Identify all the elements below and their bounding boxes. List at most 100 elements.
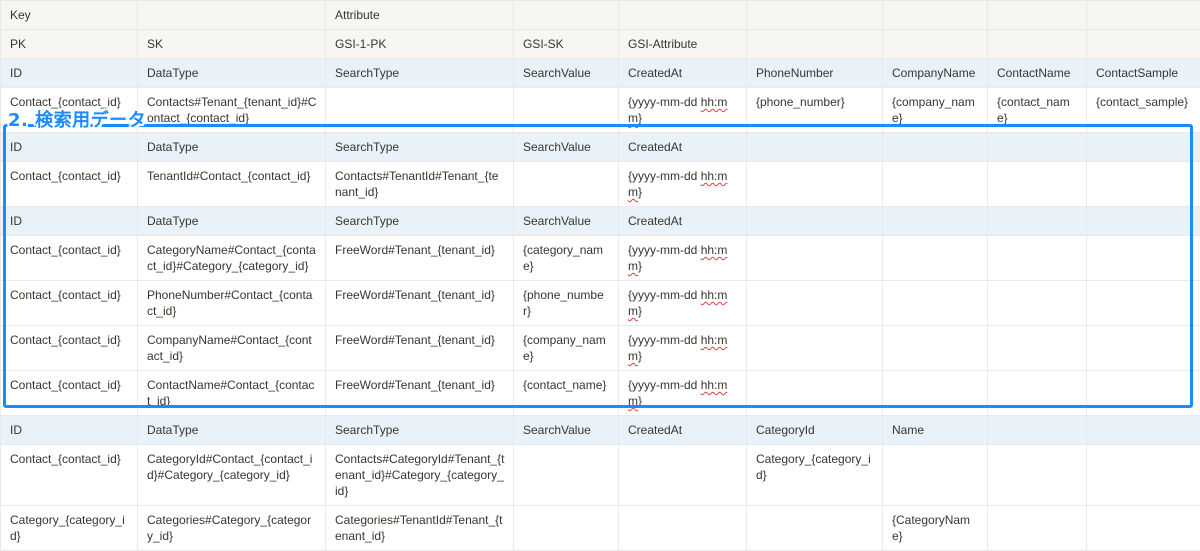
table-cell-col6[interactable]: PhoneNumber: [747, 59, 883, 88]
table-cell-gsi1pk[interactable]: SearchType: [326, 133, 514, 162]
table-cell-col9[interactable]: ContactSample: [1087, 59, 1200, 88]
table-cell-gsisk[interactable]: {phone_number}: [514, 281, 619, 326]
table-cell-col7[interactable]: [883, 326, 988, 371]
table-cell-gsi1pk[interactable]: SearchType: [326, 207, 514, 236]
table-cell-gsi1pk[interactable]: FreeWord#Tenant_{tenant_id}: [326, 281, 514, 326]
table-cell-col6[interactable]: [747, 371, 883, 416]
table-cell-gsiattr[interactable]: {yyyy-mm-dd hh:mm}: [619, 371, 747, 416]
table-cell-col9[interactable]: [1087, 371, 1200, 416]
table-cell-gsiattr[interactable]: {yyyy-mm-dd hh:mm}: [619, 236, 747, 281]
table-cell-sk[interactable]: DataType: [138, 416, 326, 445]
table-cell-col6[interactable]: [747, 281, 883, 326]
table-cell-col6[interactable]: CategoryId: [747, 416, 883, 445]
table-cell-col8[interactable]: [988, 236, 1087, 281]
table-cell-col7[interactable]: [883, 236, 988, 281]
table-cell-col7[interactable]: CompanyName: [883, 59, 988, 88]
table-cell-gsisk[interactable]: [514, 162, 619, 207]
table-cell-col7[interactable]: [883, 445, 988, 506]
table-cell-col8[interactable]: {contact_name}: [988, 88, 1087, 133]
table-cell-col6[interactable]: [747, 162, 883, 207]
table-cell-gsisk[interactable]: SearchValue: [514, 133, 619, 162]
table-cell-gsiattr[interactable]: {yyyy-mm-dd hh:mm}: [619, 281, 747, 326]
table-cell-col9[interactable]: [1087, 133, 1200, 162]
table-cell-gsi1pk[interactable]: Contacts#TenantId#Tenant_{tenant_id}: [326, 162, 514, 207]
table-cell-col7[interactable]: [883, 1, 988, 30]
table-cell-sk[interactable]: ContactName#Contact_{contact_id}: [138, 371, 326, 416]
table-cell-col6[interactable]: [747, 207, 883, 236]
table-cell-gsiattr[interactable]: {yyyy-mm-dd hh:mm}: [619, 326, 747, 371]
table-cell-gsi1pk[interactable]: SearchType: [326, 416, 514, 445]
table-cell-sk[interactable]: CompanyName#Contact_{contact_id}: [138, 326, 326, 371]
table-cell-col6[interactable]: [747, 236, 883, 281]
table-cell-col7[interactable]: [883, 281, 988, 326]
table-cell-gsisk[interactable]: {company_name}: [514, 326, 619, 371]
table-cell-gsiattr[interactable]: [619, 445, 747, 506]
table-cell-pk[interactable]: ID: [1, 133, 138, 162]
table-cell-gsiattr[interactable]: {yyyy-mm-dd hh:mm}: [619, 88, 747, 133]
table-cell-sk[interactable]: DataType: [138, 207, 326, 236]
table-cell-gsisk[interactable]: [514, 1, 619, 30]
table-cell-sk[interactable]: DataType: [138, 59, 326, 88]
table-cell-pk[interactable]: ID: [1, 59, 138, 88]
table-cell-col8[interactable]: [988, 133, 1087, 162]
table-cell-col8[interactable]: [988, 1, 1087, 30]
table-cell-pk[interactable]: PK: [1, 30, 138, 59]
table-cell-gsiattr[interactable]: {yyyy-mm-dd hh:mm}: [619, 162, 747, 207]
table-cell-col9[interactable]: [1087, 236, 1200, 281]
table-cell-pk[interactable]: Contact_{contact_id}: [1, 236, 138, 281]
table-cell-col6[interactable]: {phone_number}: [747, 88, 883, 133]
table-cell-col9[interactable]: {contact_sample}: [1087, 88, 1200, 133]
table-cell-col9[interactable]: [1087, 162, 1200, 207]
table-cell-pk[interactable]: Contact_{contact_id}: [1, 281, 138, 326]
table-cell-gsisk[interactable]: {contact_name}: [514, 371, 619, 416]
table-cell-col8[interactable]: ContactName: [988, 59, 1087, 88]
table-cell-col7[interactable]: [883, 207, 988, 236]
table-cell-gsiattr[interactable]: [619, 1, 747, 30]
table-cell-gsiattr[interactable]: CreatedAt: [619, 207, 747, 236]
table-cell-sk[interactable]: CategoryName#Contact_{contact_id}#Catego…: [138, 236, 326, 281]
table-cell-sk[interactable]: TenantId#Contact_{contact_id}: [138, 162, 326, 207]
table-cell-gsiattr[interactable]: CreatedAt: [619, 416, 747, 445]
table-cell-col7[interactable]: [883, 371, 988, 416]
table-cell-col7[interactable]: {company_name}: [883, 88, 988, 133]
table-cell-col7[interactable]: [883, 162, 988, 207]
table-cell-pk[interactable]: Contact_{contact_id}: [1, 326, 138, 371]
table-cell-sk[interactable]: PhoneNumber#Contact_{contact_id}: [138, 281, 326, 326]
table-cell-col8[interactable]: [988, 371, 1087, 416]
table-cell-col6[interactable]: [747, 133, 883, 162]
table-cell-pk[interactable]: Contact_{contact_id}: [1, 371, 138, 416]
table-cell-col8[interactable]: [988, 445, 1087, 506]
table-cell-gsi1pk[interactable]: Contacts#CategoryId#Tenant_{tenant_id}#C…: [326, 445, 514, 506]
table-cell-col8[interactable]: [988, 281, 1087, 326]
table-cell-col8[interactable]: [988, 30, 1087, 59]
table-cell-gsi1pk[interactable]: Attribute: [326, 1, 514, 30]
table-cell-col7[interactable]: [883, 133, 988, 162]
table-cell-col9[interactable]: [1087, 445, 1200, 506]
table-cell-gsi1pk[interactable]: FreeWord#Tenant_{tenant_id}: [326, 326, 514, 371]
table-cell-col7[interactable]: [883, 30, 988, 59]
table-cell-col8[interactable]: [988, 326, 1087, 371]
table-cell-col7[interactable]: Name: [883, 416, 988, 445]
table-cell-col6[interactable]: [747, 326, 883, 371]
table-cell-col9[interactable]: [1087, 30, 1200, 59]
table-cell-pk[interactable]: Key: [1, 1, 138, 30]
table-cell-gsi1pk[interactable]: [326, 88, 514, 133]
table-cell-gsi1pk[interactable]: FreeWord#Tenant_{tenant_id}: [326, 236, 514, 281]
table-cell-sk[interactable]: DataType: [138, 133, 326, 162]
table-cell-gsi1pk[interactable]: FreeWord#Tenant_{tenant_id}: [326, 371, 514, 416]
table-cell-col8[interactable]: [988, 207, 1087, 236]
table-cell-gsisk[interactable]: SearchValue: [514, 59, 619, 88]
table-cell-col9[interactable]: [1087, 1, 1200, 30]
table-cell-gsiattr[interactable]: CreatedAt: [619, 133, 747, 162]
table-cell-gsisk[interactable]: [514, 445, 619, 506]
table-cell-col9[interactable]: [1087, 326, 1200, 371]
table-cell-gsiattr[interactable]: GSI-Attribute: [619, 30, 747, 59]
table-cell-gsi1pk[interactable]: SearchType: [326, 59, 514, 88]
table-cell-gsisk[interactable]: [514, 88, 619, 133]
table-cell-col6[interactable]: [747, 30, 883, 59]
table-cell-sk[interactable]: [138, 1, 326, 30]
table-cell-col6[interactable]: [747, 1, 883, 30]
table-cell-col6[interactable]: Category_{category_id}: [747, 445, 883, 506]
table-cell-gsisk[interactable]: GSI-SK: [514, 30, 619, 59]
table-cell-col9[interactable]: [1087, 416, 1200, 445]
